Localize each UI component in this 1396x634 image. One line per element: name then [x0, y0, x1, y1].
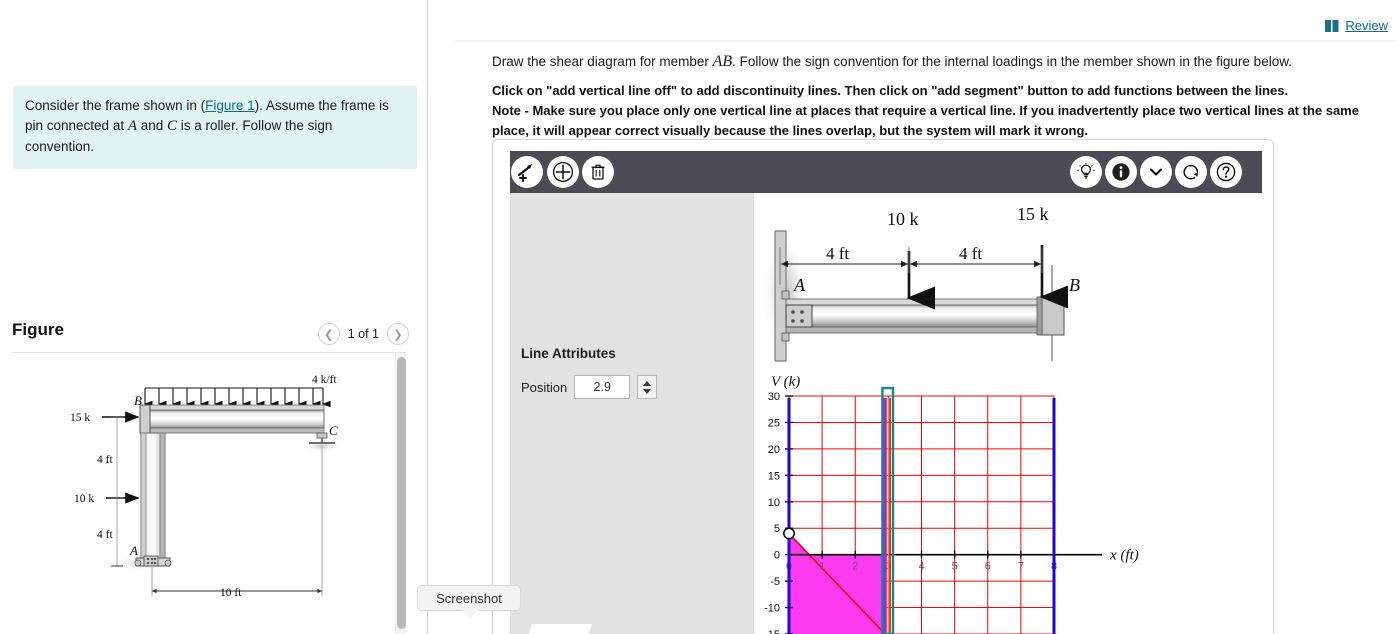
- fig-dist-load: 4 k/ft: [312, 374, 337, 386]
- y-tick-label: 25: [768, 417, 780, 429]
- x-tick-label: 7: [1018, 561, 1024, 573]
- beam-label-b: B: [1069, 275, 1080, 295]
- y-tick-label: 30: [768, 391, 780, 403]
- answer-workspace: Line Attributes Position 2.9 A B 10 k 15…: [492, 139, 1274, 634]
- x-tick-label: 6: [985, 561, 991, 573]
- more-options-button[interactable]: [1140, 156, 1172, 188]
- add-segment-button[interactable]: [511, 156, 543, 188]
- line-attributes-title: Line Attributes: [521, 346, 616, 361]
- line-attributes-panel: Line Attributes Position: [510, 193, 754, 634]
- spinner-up-icon[interactable]: [643, 380, 652, 386]
- chevron-down-icon: [1150, 168, 1162, 176]
- prompt-line-1: Draw the shear diagram for member AB. Fo…: [492, 53, 1372, 71]
- delete-button[interactable]: [582, 156, 614, 188]
- chart-xlabel: x (ft): [1109, 548, 1139, 564]
- segment-endpoint-open[interactable]: [783, 527, 795, 540]
- shear-fill-below-axis: [789, 554, 886, 634]
- page-bottom-artifact: [528, 624, 592, 634]
- figure-count-label: 1 of 1: [347, 327, 379, 341]
- figure-prev-button[interactable]: ❮: [317, 323, 340, 345]
- review-link-label: Review: [1345, 18, 1388, 33]
- fig-label-c: C: [329, 423, 338, 438]
- beam-figure-svg: A B 10 k 15 k 4 ft 4 ft: [759, 204, 1080, 362]
- problem-var-a: A: [127, 117, 137, 134]
- figure-next-button[interactable]: ❯: [387, 323, 409, 345]
- shear-diagram-chart[interactable]: V (k)302520151050-5-10-15012345678x (ft): [754, 368, 1262, 634]
- fig-label-a: A: [129, 543, 138, 558]
- figure-navigation: ❮ 1 of 1 ❯: [317, 323, 409, 345]
- diagram-canvas[interactable]: A B 10 k 15 k 4 ft 4 ft V (k) 30 25 20 1…: [754, 193, 1262, 634]
- problem-var-c: C: [167, 117, 178, 134]
- prompt-instructions: Click on "add vertical line off" to add …: [492, 81, 1392, 141]
- position-row: Position: [521, 375, 658, 399]
- y-tick-label: -10: [764, 603, 780, 615]
- position-input[interactable]: [574, 375, 631, 399]
- prompt-text-a: Draw the shear diagram for member: [492, 54, 713, 69]
- x-tick-label: 1: [819, 561, 825, 573]
- y-tick-label: 20: [768, 444, 780, 456]
- prompt-line-3: Note - Make sure you place only one vert…: [492, 103, 1359, 139]
- fig-dim-4ft-top: 4 ft: [97, 454, 113, 466]
- hint-bulb-icon: [1077, 163, 1095, 179]
- fig-dim-4ft-bottom: 4 ft: [97, 529, 113, 541]
- y-tick-label: -15: [764, 629, 780, 634]
- info-button[interactable]: [1105, 156, 1137, 188]
- x-tick-label: 5: [952, 561, 958, 573]
- help-button[interactable]: [1210, 156, 1242, 188]
- hint-button[interactable]: [1070, 156, 1102, 188]
- problem-text-3: and: [137, 117, 168, 133]
- info-icon: [1112, 163, 1130, 181]
- trash-icon: [591, 164, 605, 180]
- fig-dim-span: 10 ft: [220, 587, 242, 599]
- frame-diagram-svg: 15 k 10 k 4 k/ft B A C 4 ft 4 ft 10 ft: [70, 374, 342, 599]
- right-column: Review Draw the shear diagram for member…: [429, 0, 1396, 634]
- beam-dim-right: 4 ft: [959, 244, 982, 263]
- header-divider: [455, 40, 1396, 42]
- screenshot-tooltip: Screenshot: [417, 585, 521, 618]
- beam-figure: A B 10 k 15 k 4 ft 4 ft: [754, 193, 1262, 368]
- prompt-member-label: AB: [712, 53, 733, 70]
- book-icon: [1325, 19, 1339, 32]
- shear-chart-svg[interactable]: V (k)302520151050-5-10-15012345678x (ft): [754, 368, 1262, 634]
- add-vertical-line-button[interactable]: [547, 156, 579, 188]
- y-tick-label: -5: [770, 576, 780, 588]
- screenshot-tooltip-label: Screenshot: [436, 590, 502, 606]
- fig-load-15k: 15 k: [70, 412, 90, 424]
- help-icon: [1216, 162, 1236, 182]
- beam-load-10k: 10 k: [887, 209, 919, 229]
- prompt-line-2: Click on "add vertical line off" to add …: [492, 83, 1289, 98]
- plus-icon: [552, 161, 574, 183]
- add-segment-icon: [517, 164, 532, 182]
- left-column: Consider the frame shown in (Figure 1). …: [0, 0, 428, 634]
- beam-dim-left: 4 ft: [826, 244, 849, 263]
- figure-panel-title: Figure: [12, 320, 64, 339]
- problem-text-1: Consider the frame shown in (: [25, 98, 206, 113]
- position-label: Position: [521, 379, 568, 395]
- y-tick-label: 5: [774, 523, 780, 535]
- spinner-down-icon[interactable]: [643, 388, 652, 394]
- problem-statement: Consider the frame shown in (Figure 1). …: [13, 86, 417, 169]
- y-tick-label: 0: [774, 550, 780, 562]
- y-tick-label: 10: [768, 497, 780, 509]
- figure-scrollbar[interactable]: [395, 353, 406, 634]
- x-tick-label: 2: [852, 561, 858, 573]
- page-root: Consider the frame shown in (Figure 1). …: [0, 0, 1396, 634]
- beam-load-15k: 15 k: [1017, 204, 1049, 224]
- workspace-body: Line Attributes Position 2.9 A B 10 k 15…: [510, 193, 1262, 634]
- fig-load-10k: 10 k: [74, 493, 94, 505]
- undo-button[interactable]: [1175, 156, 1207, 188]
- fig-label-b: B: [134, 393, 142, 408]
- position-stepper[interactable]: [637, 375, 658, 399]
- x-tick-label: 4: [918, 561, 924, 573]
- beam-label-a: A: [793, 275, 806, 295]
- figure-image-pane: 15 k 10 k 4 k/ft B A C 4 ft 4 ft 10 ft: [12, 353, 406, 634]
- review-link[interactable]: Review: [1325, 18, 1388, 33]
- figure-scroll-thumb[interactable]: [397, 357, 406, 629]
- figure-1-link[interactable]: Figure 1: [205, 98, 255, 113]
- chart-ylabel: V (k): [771, 374, 800, 390]
- prompt-text-b: . Follow the sign convention for the int…: [732, 54, 1292, 69]
- undo-icon: [1183, 164, 1199, 180]
- y-tick-label: 15: [768, 470, 780, 482]
- workspace-toolbar: [510, 151, 1262, 193]
